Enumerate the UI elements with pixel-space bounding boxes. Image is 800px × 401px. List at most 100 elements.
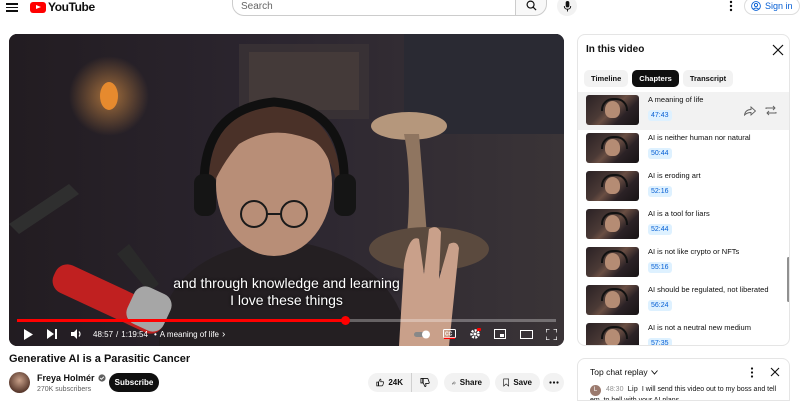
chapter-title: AI should be regulated, not liberated <box>648 285 769 294</box>
chapter-item[interactable]: AI is a tool for liars 52:44 <box>578 206 789 244</box>
channel-avatar[interactable] <box>9 372 30 393</box>
loop-icon[interactable] <box>765 105 777 116</box>
captions-button[interactable]: CC <box>443 326 456 342</box>
share-icon <box>452 380 456 385</box>
thumbs-up-icon <box>376 378 385 387</box>
gear-icon <box>470 328 481 339</box>
chapter-timestamp[interactable]: 57:35 <box>648 338 672 345</box>
theater-mode-button[interactable] <box>520 326 533 342</box>
chapter-list: A meaning of life 47:43 AI is neither hu… <box>578 92 789 345</box>
settings-button[interactable] <box>469 326 481 342</box>
fullscreen-icon <box>546 328 557 340</box>
tab-chapters[interactable]: Chapters <box>632 70 679 87</box>
play-button[interactable] <box>23 326 33 342</box>
time-display: 48:57 / 1:19:54 • A meaning of life › <box>93 326 225 342</box>
account-icon <box>751 1 761 11</box>
video-title: Generative AI is a Parasitic Cancer <box>9 353 191 365</box>
fullscreen-button[interactable] <box>546 326 557 342</box>
progress-bar[interactable] <box>17 316 556 325</box>
chapter-thumbnail <box>586 133 639 163</box>
play-icon <box>24 328 33 340</box>
chapter-item[interactable]: AI should be regulated, not liberated 56… <box>578 282 789 320</box>
time-separator: / <box>116 329 119 339</box>
like-count: 24K <box>388 378 403 387</box>
chapter-timestamp[interactable]: 52:44 <box>648 224 672 235</box>
autoplay-toggle[interactable] <box>414 326 432 342</box>
chat-replay-panel: Top chat replay L 48:30 Lip I will send … <box>577 358 790 401</box>
miniplayer-icon <box>494 329 506 339</box>
subscriber-count: 270K subscribers <box>37 386 92 393</box>
microphone-icon <box>563 0 571 12</box>
like-button[interactable]: 24K <box>368 373 411 392</box>
chapter-timestamp[interactable]: 56:24 <box>648 300 672 311</box>
chapter-thumbnail <box>586 95 639 125</box>
menu-icon[interactable] <box>6 1 18 12</box>
chapter-item[interactable]: AI is eroding art 52:16 <box>578 168 789 206</box>
tab-timeline[interactable]: Timeline <box>584 70 629 87</box>
channel-name[interactable]: Freya Holmér <box>37 373 95 383</box>
bookmark-icon <box>503 378 509 387</box>
search-icon <box>526 0 537 11</box>
chapter-item[interactable]: A meaning of life 47:43 <box>578 92 789 130</box>
volume-button[interactable] <box>71 326 83 342</box>
chapter-thumbnail <box>586 209 639 239</box>
caption-line-1: and through knowledge and learning <box>173 275 400 291</box>
chat-mode-dropdown[interactable]: Top chat replay <box>590 367 658 377</box>
channel-name-row[interactable]: Freya Holmér <box>37 373 106 383</box>
top-bar: YouTube Search Sign in <box>0 0 800 16</box>
chapter-timestamp[interactable]: 55:16 <box>648 262 672 273</box>
share-label: Share <box>459 378 482 387</box>
chapter-dot: • <box>153 329 157 339</box>
chat-message: L 48:30 Lip I will send this video out t… <box>590 385 780 400</box>
sign-in-label: Sign in <box>765 1 793 11</box>
current-chapter-label[interactable]: A meaning of life <box>160 330 219 339</box>
chapter-item[interactable]: AI is not a neutral new medium 57:35 <box>578 320 789 345</box>
settings-menu-icon[interactable] <box>729 0 733 12</box>
chat-author-avatar: L <box>590 385 601 396</box>
dislike-button[interactable] <box>411 373 438 392</box>
save-button[interactable]: Save <box>495 373 540 392</box>
chapter-timestamp[interactable]: 52:16 <box>648 186 672 197</box>
search-button[interactable] <box>515 0 547 16</box>
chapter-title: A meaning of life <box>648 95 704 104</box>
chapter-thumbnail <box>586 247 639 277</box>
autoplay-toggle-icon <box>414 330 430 338</box>
miniplayer-button[interactable] <box>494 326 506 342</box>
voice-search-button[interactable] <box>557 0 577 16</box>
share-button[interactable]: Share <box>444 373 490 392</box>
video-player[interactable]: and through knowledge and learning I lov… <box>9 34 564 346</box>
logo-text: YouTube <box>48 0 95 14</box>
chevron-right-icon[interactable]: › <box>222 329 225 340</box>
tab-transcript[interactable]: Transcript <box>682 70 734 87</box>
in-this-video-panel: In this video Timeline Chapters Transcri… <box>577 34 790 346</box>
chapter-thumbnail <box>586 171 639 201</box>
theater-mode-icon <box>520 329 533 339</box>
panel-scrollbar[interactable] <box>787 257 789 302</box>
youtube-logo[interactable]: YouTube <box>30 0 95 14</box>
chapter-title: AI is neither human nor natural <box>648 133 751 142</box>
sign-in-button[interactable]: Sign in <box>744 0 800 15</box>
search-input[interactable]: Search <box>232 0 515 16</box>
panel-tabs: Timeline Chapters Transcript <box>584 70 734 87</box>
chat-header-label: Top chat replay <box>590 367 648 377</box>
share-icon[interactable] <box>744 106 756 116</box>
close-icon[interactable] <box>772 44 784 56</box>
chapter-item[interactable]: AI is not like crypto or NFTs 55:16 <box>578 244 789 282</box>
caption-line-2: I love these things <box>230 292 343 308</box>
close-icon[interactable] <box>770 367 780 377</box>
youtube-play-icon <box>30 1 46 13</box>
subscribe-button[interactable]: Subscribe <box>109 373 159 392</box>
chat-more-icon[interactable] <box>750 367 754 378</box>
chapter-timestamp[interactable]: 50:44 <box>648 148 672 159</box>
chapter-item[interactable]: AI is neither human nor natural 50:44 <box>578 130 789 168</box>
more-actions-button[interactable] <box>543 373 564 392</box>
svg-text:CC: CC <box>445 332 453 338</box>
chapter-timestamp[interactable]: 47:43 <box>648 110 672 121</box>
time-current: 48:57 <box>93 329 114 339</box>
chevron-down-icon <box>650 369 658 375</box>
next-button[interactable] <box>47 326 57 342</box>
chapter-title: AI is a tool for liars <box>648 209 710 218</box>
thumbs-down-icon <box>420 378 430 388</box>
more-horizontal-icon <box>548 381 559 384</box>
chapter-thumbnail <box>586 285 639 315</box>
